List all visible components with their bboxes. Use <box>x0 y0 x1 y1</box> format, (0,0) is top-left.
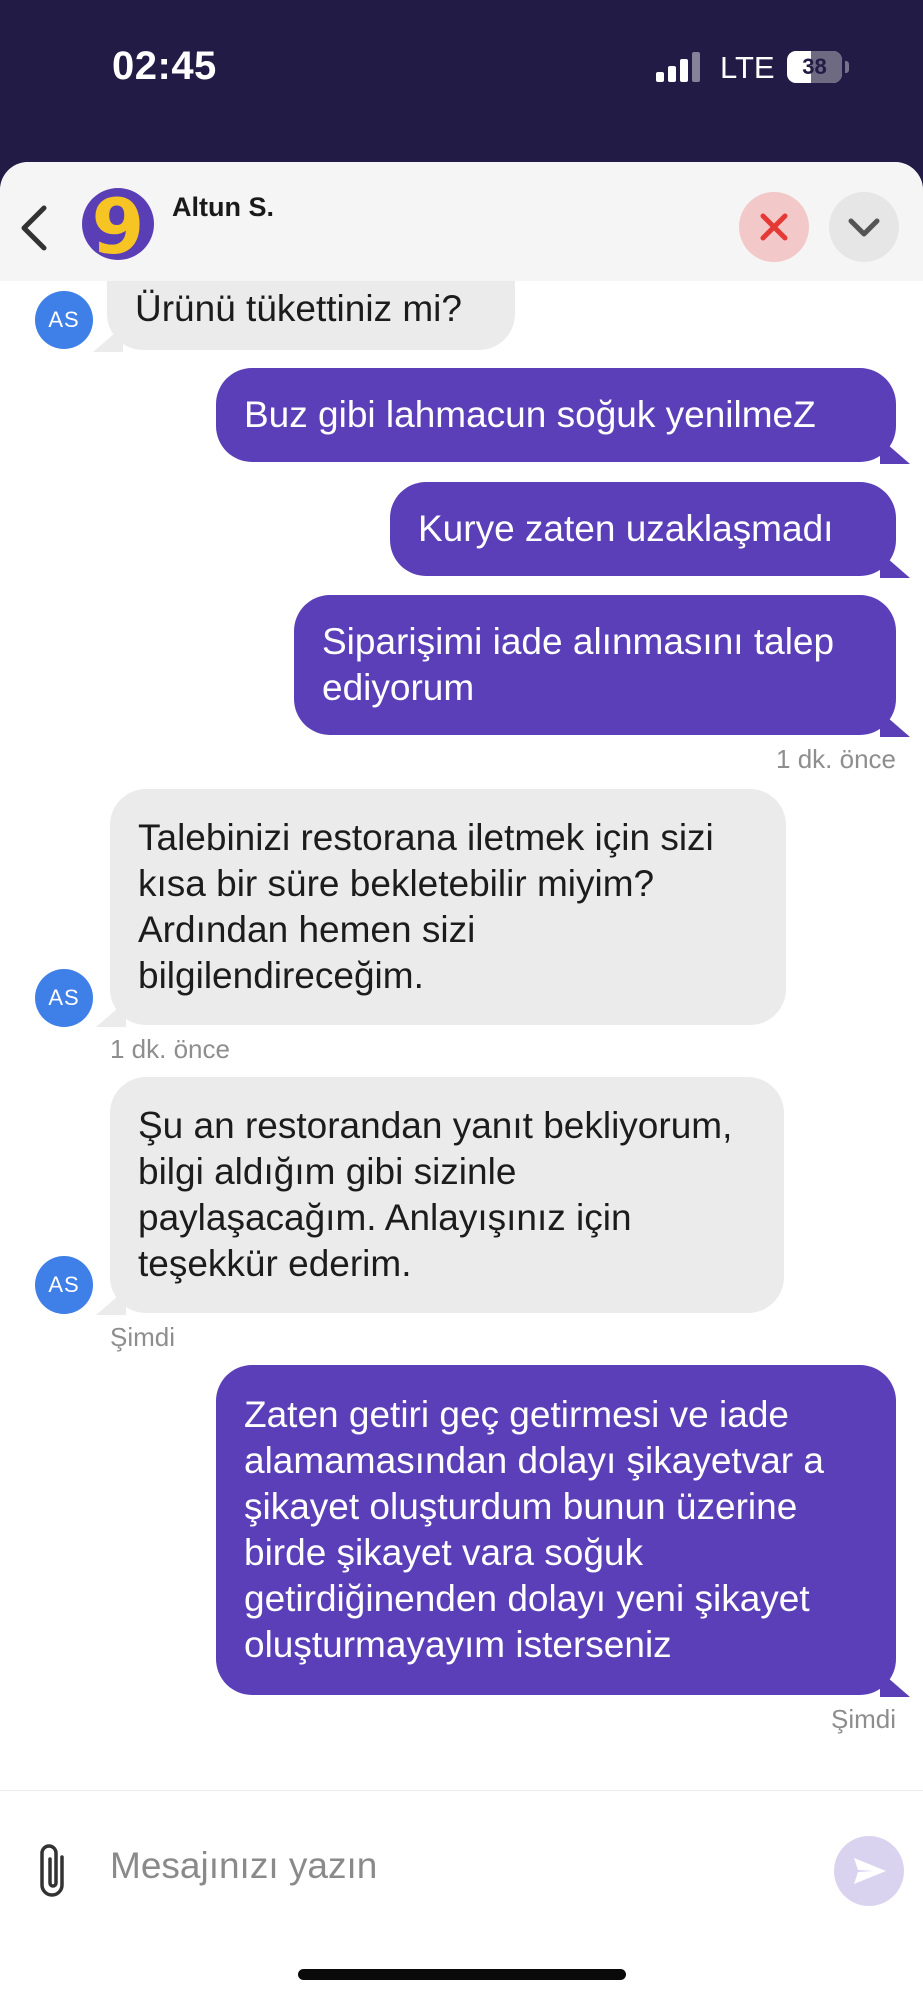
close-x-icon <box>760 213 788 241</box>
agent-message-bubble: Şu an restorandan yanıt bekliyorum, bilg… <box>110 1077 784 1313</box>
send-icon <box>854 1858 886 1884</box>
battery-tip <box>845 61 849 73</box>
battery-level: 38 <box>802 54 827 79</box>
agent-avatar: AS <box>35 291 93 349</box>
message-text: Siparişimi iade alınmasını talep ediyoru… <box>322 621 835 708</box>
back-button[interactable] <box>14 202 58 254</box>
status-bar: 02:45 LTE 38 <box>0 0 923 165</box>
message-timestamp: Şimdi <box>110 1322 176 1352</box>
network-type: LTE <box>720 50 775 85</box>
user-message-bubble: Buz gibi lahmacun soğuk yenilmeZ <box>216 368 896 462</box>
signal-strength-icon <box>656 52 702 82</box>
minimize-chat-button[interactable] <box>829 192 899 262</box>
agent-message-bubble: Talebinizi restorana iletmek için sizi k… <box>110 789 786 1025</box>
message-timestamp: 1 dk. önce <box>776 744 896 774</box>
paperclip-icon <box>40 1844 64 1897</box>
chat-header: 9 Altun S. <box>0 162 923 281</box>
attach-button[interactable] <box>30 1841 76 1903</box>
message-list[interactable]: AS Ürünü tükettiniz mi? Buz gibi lahmacu… <box>0 162 923 2000</box>
message-timestamp: 1 dk. önce <box>110 1034 230 1064</box>
message-text: Ürünü tükettiniz mi? <box>135 288 462 329</box>
message-text: Zaten getiri geç getirmesi ve iade alama… <box>244 1394 824 1665</box>
message-text: Buz gibi lahmacun soğuk yenilmeZ <box>244 394 816 435</box>
home-indicator <box>298 1969 626 1980</box>
send-button[interactable] <box>834 1836 904 1906</box>
agent-avatar: AS <box>35 969 93 1027</box>
chat-sheet: AS Ürünü tükettiniz mi? Buz gibi lahmacu… <box>0 162 923 2000</box>
message-timestamp: Şimdi <box>830 1704 896 1734</box>
agent-avatar: AS <box>35 1256 93 1314</box>
end-chat-button[interactable] <box>739 192 809 262</box>
clock: 02:45 <box>112 44 217 88</box>
brand-logo-avatar: 9 <box>82 188 154 260</box>
user-message-bubble: Siparişimi iade alınmasını talep ediyoru… <box>294 595 896 735</box>
message-input[interactable] <box>110 1831 810 1901</box>
agent-name: Altun S. <box>172 192 274 222</box>
battery-icon: 38 <box>787 51 842 83</box>
user-message-bubble: Zaten getiri geç getirmesi ve iade alama… <box>216 1365 896 1695</box>
chevron-left-icon <box>21 205 47 251</box>
chevron-down-icon <box>848 218 880 237</box>
message-text: Şu an restorandan yanıt bekliyorum, bilg… <box>138 1105 733 1284</box>
message-text: Kurye zaten uzaklaşmadı <box>418 508 834 549</box>
message-text: Talebinizi restorana iletmek için sizi k… <box>138 817 714 996</box>
user-message-bubble: Kurye zaten uzaklaşmadı <box>390 482 896 576</box>
